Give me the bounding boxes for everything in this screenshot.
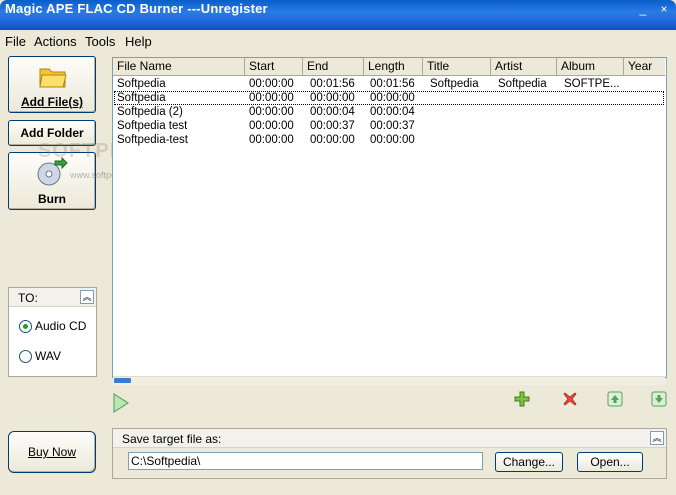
audio-cd-label: Audio CD — [35, 319, 87, 333]
wav-label: WAV — [35, 349, 61, 363]
cell-end: 00:00:04 — [310, 106, 355, 118]
file-list-header: File Name Start End Length Title Artist … — [113, 58, 665, 76]
column-file-name[interactable]: File Name — [113, 58, 245, 75]
menu-help[interactable]: Help — [125, 34, 152, 49]
add-files-button[interactable]: Add File(s) — [8, 56, 96, 113]
title-bar: Magic APE FLAC CD Burner ---Unregister _… — [0, 0, 676, 30]
cell-title: Softpedia — [430, 78, 479, 90]
collapse-icon[interactable]: ︽ — [80, 290, 94, 304]
cell-start: 00:00:00 — [249, 134, 294, 146]
close-button[interactable]: × — [657, 2, 671, 16]
open-button[interactable]: Open... — [577, 452, 643, 472]
cell-artist: Softpedia — [498, 78, 547, 90]
radio-unselected-icon — [19, 350, 32, 363]
cell-file-name: Softpedia — [117, 92, 166, 104]
menu-actions[interactable]: Actions — [34, 34, 77, 49]
cell-length: 00:00:37 — [370, 120, 415, 132]
column-end[interactable]: End — [303, 58, 364, 75]
table-row[interactable]: Softpedia test 00:00:00 00:00:37 00:00:3… — [113, 119, 665, 133]
cell-end: 00:00:00 — [310, 92, 355, 104]
menu-tools[interactable]: Tools — [85, 34, 115, 49]
folder-icon — [39, 68, 67, 88]
table-row-selected[interactable]: Softpedia 00:00:00 00:00:00 00:00:00 — [114, 91, 664, 105]
table-row[interactable]: Softpedia 00:00:00 00:01:56 00:01:56 Sof… — [113, 77, 665, 91]
cell-start: 00:00:00 — [249, 92, 294, 104]
collapse-icon[interactable]: ︽ — [650, 431, 664, 445]
cell-album: SOFTPE... — [564, 78, 620, 90]
cell-start: 00:00:00 — [249, 106, 294, 118]
column-title[interactable]: Title — [423, 58, 491, 75]
horizontal-scrollbar[interactable] — [113, 376, 665, 385]
change-button[interactable]: Change... — [495, 452, 563, 472]
menu-file[interactable]: File — [5, 34, 26, 49]
cell-length: 00:01:56 — [370, 78, 415, 90]
radio-selected-icon — [19, 320, 32, 333]
delete-icon[interactable] — [562, 391, 578, 407]
cell-start: 00:00:00 — [249, 120, 294, 132]
cell-file-name: Softpedia — [117, 78, 166, 90]
cell-end: 00:00:00 — [310, 134, 355, 146]
window-title: Magic APE FLAC CD Burner ---Unregister — [5, 1, 268, 16]
cell-file-name: Softpedia-test — [117, 134, 188, 146]
column-artist[interactable]: Artist — [491, 58, 557, 75]
to-panel-header: TO: ︽ — [9, 288, 96, 307]
target-path-input[interactable] — [128, 452, 483, 470]
save-panel-header: Save target file as: ︽ — [113, 429, 666, 448]
cell-length: 00:00:00 — [370, 134, 415, 146]
cell-file-name: Softpedia (2) — [117, 106, 183, 118]
cell-length: 00:00:04 — [370, 106, 415, 118]
column-album[interactable]: Album — [557, 58, 624, 75]
to-panel-title: TO: — [18, 291, 38, 305]
play-icon[interactable] — [112, 393, 130, 413]
move-down-icon[interactable] — [651, 391, 667, 407]
burn-label: Burn — [38, 192, 66, 206]
save-panel-title: Save target file as: — [122, 432, 222, 446]
add-folder-label: Add Folder — [20, 126, 84, 140]
table-row[interactable]: Softpedia (2) 00:00:00 00:00:04 00:00:04 — [113, 105, 665, 119]
cell-length: 00:00:00 — [370, 92, 415, 104]
minimize-button[interactable]: _ — [636, 2, 650, 16]
buy-now-label: Buy Now — [27, 445, 77, 459]
scrollbar-thumb[interactable] — [114, 378, 131, 383]
cell-start: 00:00:00 — [249, 78, 294, 90]
column-start[interactable]: Start — [245, 58, 303, 75]
menu-bar: File Actions Tools Help — [0, 31, 676, 52]
add-files-label: Add File(s) — [21, 95, 83, 109]
add-icon[interactable] — [514, 391, 530, 407]
cell-end: 00:00:37 — [310, 120, 355, 132]
column-year[interactable]: Year — [624, 58, 665, 75]
move-up-icon[interactable] — [607, 391, 623, 407]
cell-end: 00:01:56 — [310, 78, 355, 90]
save-target-panel: Save target file as: ︽ Change... Open... — [112, 428, 667, 479]
to-panel: TO: ︽ Audio CD WAV — [8, 287, 97, 377]
buy-now-button[interactable]: Buy Now — [8, 431, 96, 473]
column-length[interactable]: Length — [364, 58, 423, 75]
cell-file-name: Softpedia test — [117, 120, 188, 132]
table-row[interactable]: Softpedia-test 00:00:00 00:00:00 00:00:0… — [113, 133, 665, 147]
